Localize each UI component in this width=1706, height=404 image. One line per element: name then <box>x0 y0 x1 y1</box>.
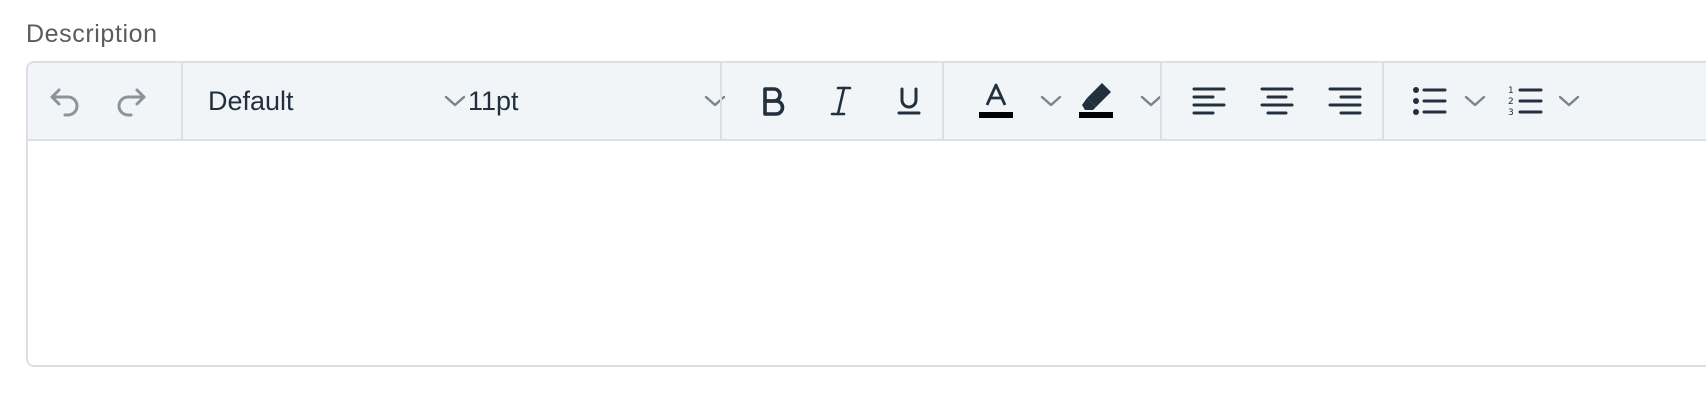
bullet-list-icon <box>1413 87 1447 115</box>
underline-icon <box>897 87 921 115</box>
italic-icon <box>830 86 852 116</box>
chevron-down-icon <box>1558 95 1580 107</box>
numbered-list-icon: 1 2 3 <box>1508 86 1543 118</box>
align-left-icon <box>1192 87 1226 115</box>
bold-icon <box>763 87 785 116</box>
toolbar-separator <box>1160 63 1162 139</box>
undo-button[interactable] <box>40 77 90 125</box>
font-size-value: 11pt <box>468 85 519 116</box>
svg-text:1: 1 <box>1508 86 1514 96</box>
numbered-list-button[interactable]: 1 2 3 <box>1500 77 1550 125</box>
text-color-button[interactable] <box>964 77 1028 125</box>
redo-button[interactable] <box>106 77 156 125</box>
chevron-down-icon <box>1140 95 1162 107</box>
text-color-icon <box>979 83 1013 118</box>
editor-content-area[interactable] <box>28 141 1706 365</box>
svg-text:2: 2 <box>1508 97 1514 107</box>
editor-toolbar: Default 11pt 1 2 3 <box>28 63 1706 141</box>
highlight-color-button[interactable] <box>1064 77 1128 125</box>
font-family-select[interactable]: Default <box>208 77 466 125</box>
align-right-icon <box>1328 87 1362 115</box>
bullet-list-dropdown[interactable] <box>1460 77 1490 125</box>
chevron-down-icon <box>444 95 466 107</box>
highlight-icon <box>1079 83 1113 118</box>
undo-icon <box>50 88 79 117</box>
toolbar-separator <box>720 63 722 139</box>
rich-text-editor: Default 11pt 1 2 3 <box>26 61 1706 367</box>
chevron-down-icon <box>1040 95 1062 107</box>
text-color-dropdown[interactable] <box>1036 77 1066 125</box>
italic-button[interactable] <box>816 77 866 125</box>
toolbar-separator <box>942 63 944 139</box>
font-family-value: Default <box>208 85 294 116</box>
description-label: Description <box>26 20 158 48</box>
chevron-down-icon <box>1464 95 1486 107</box>
numbered-list-dropdown[interactable] <box>1554 77 1584 125</box>
chevron-down-icon <box>704 95 726 107</box>
font-size-select[interactable]: 11pt <box>468 77 726 125</box>
align-center-icon <box>1260 87 1294 115</box>
bullet-list-button[interactable] <box>1404 77 1454 125</box>
align-left-button[interactable] <box>1184 77 1234 125</box>
align-center-button[interactable] <box>1252 77 1302 125</box>
redo-icon <box>117 88 146 117</box>
svg-text:3: 3 <box>1508 108 1514 118</box>
bold-button[interactable] <box>748 77 798 125</box>
toolbar-separator <box>1382 63 1384 139</box>
underline-button[interactable] <box>884 77 934 125</box>
toolbar-separator <box>181 63 183 139</box>
align-right-button[interactable] <box>1320 77 1370 125</box>
